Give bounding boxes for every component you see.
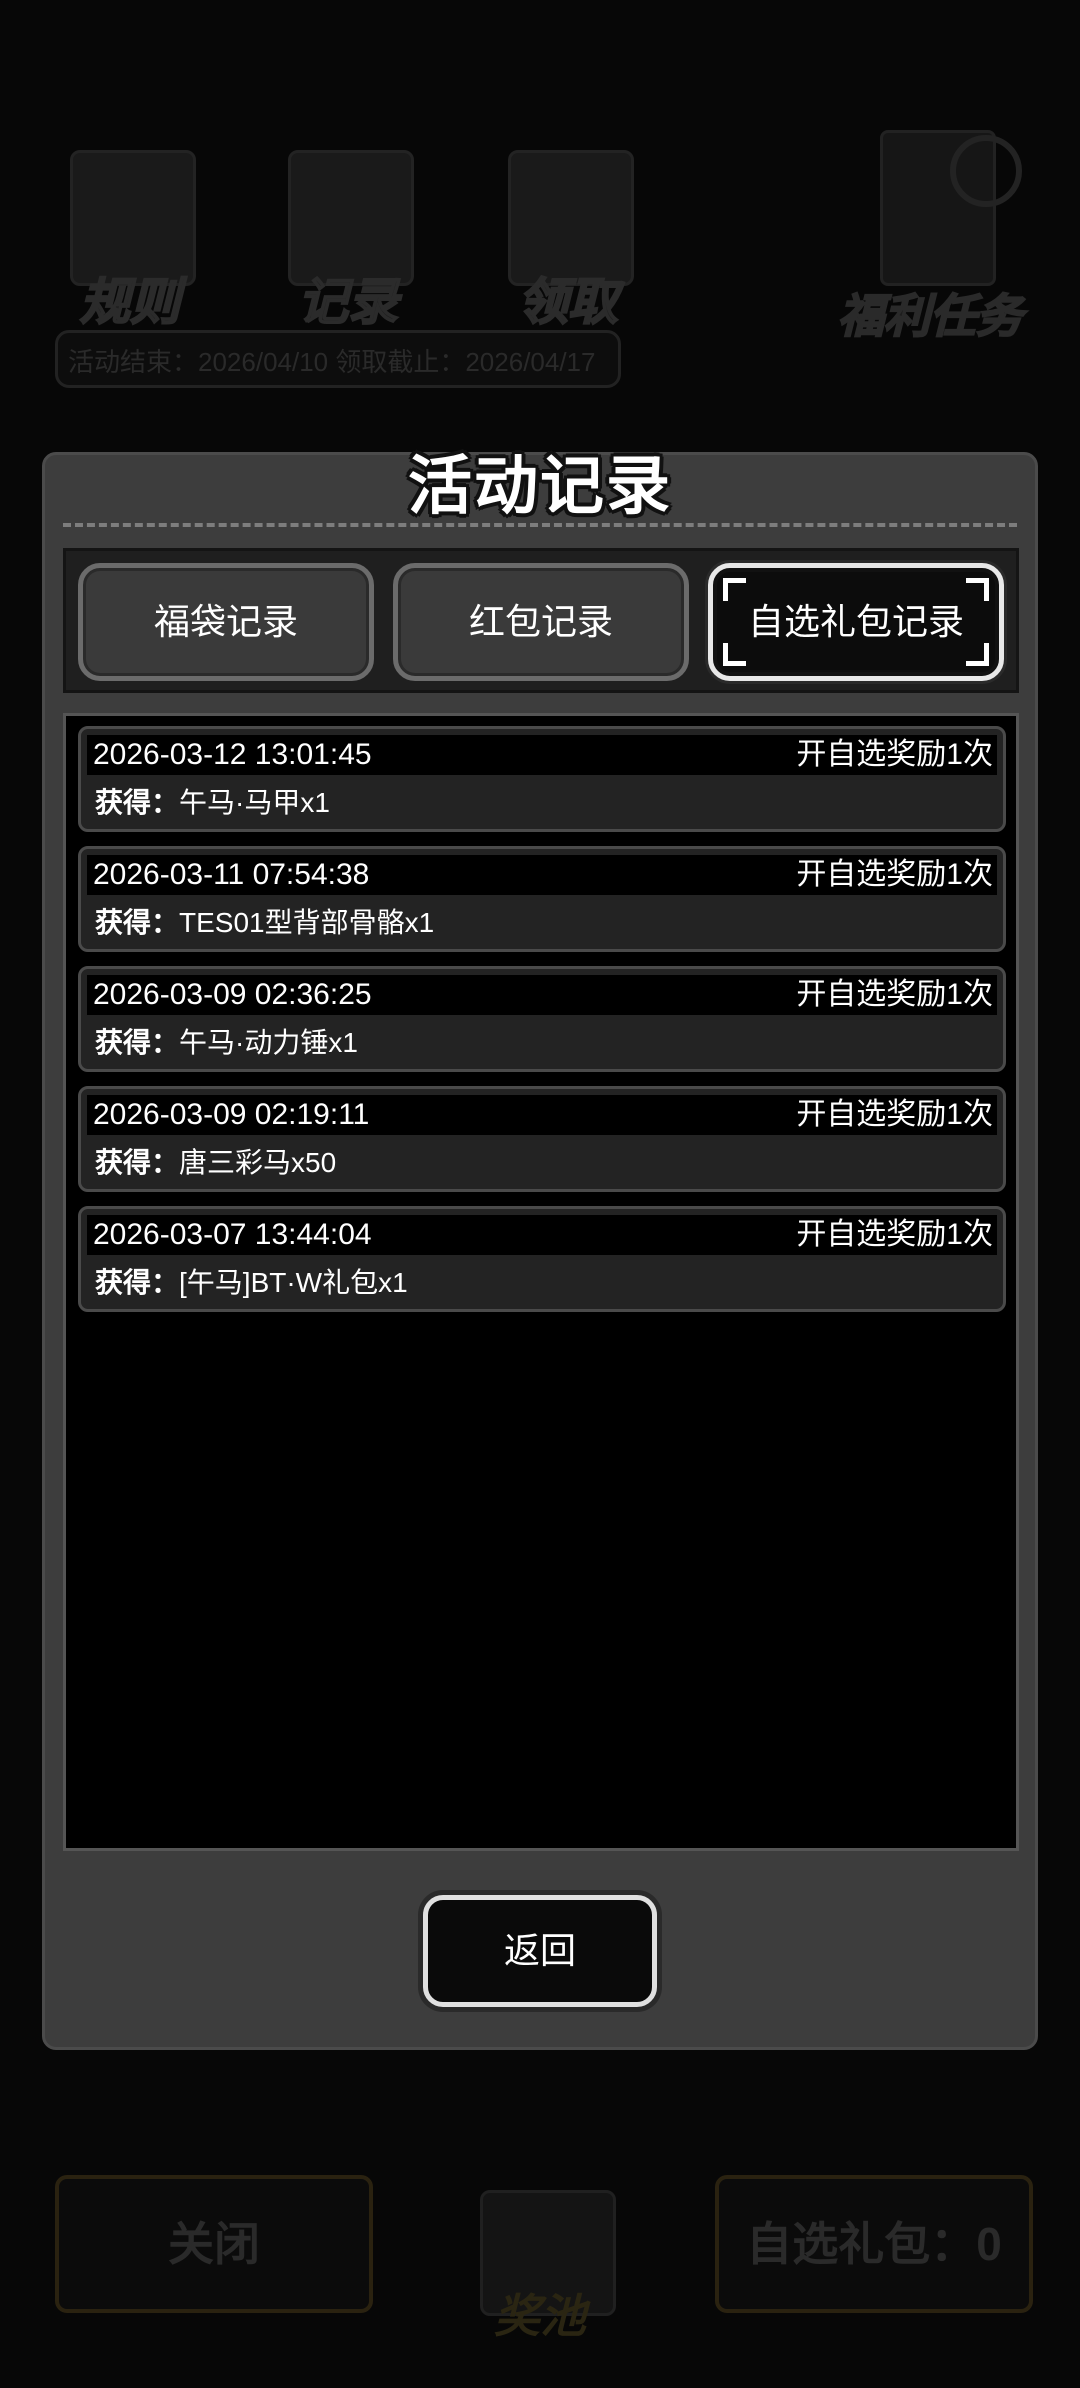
record-action: 开自选奖励1次: [796, 858, 993, 891]
record-reward: 获得：唐三彩马x50: [95, 1141, 336, 1185]
record-action: 开自选奖励1次: [796, 978, 993, 1011]
records-label: 记录: [297, 273, 399, 331]
reward-item: 唐三彩马x50: [179, 1147, 337, 1178]
reward-key: 获得：: [95, 787, 180, 818]
record-action: 开自选奖励1次: [796, 1098, 993, 1131]
close-button: 关闭: [55, 2175, 373, 2313]
dialog-title: 活动记录: [408, 450, 672, 522]
welfare-task-button: 福利任务: [830, 130, 1030, 350]
tab-optional-pack-label: 自选礼包记录: [747, 601, 964, 642]
reward-item: 午马·马甲x1: [179, 787, 330, 818]
record-header: 2026-03-09 02:36:25 开自选奖励1次: [87, 975, 997, 1015]
title-divider: [63, 523, 1017, 527]
reward-key: 获得：: [95, 907, 180, 938]
record-header: 2026-03-09 02:19:11 开自选奖励1次: [87, 1095, 997, 1135]
reward-key: 获得：: [95, 1147, 180, 1178]
record-reward: 获得：[午马]BT·W礼包x1: [95, 1261, 408, 1305]
tab-optional-pack-records[interactable]: 自选礼包记录: [708, 563, 1004, 681]
corner-bracket-icon: [723, 578, 746, 601]
corner-bracket-icon: [723, 643, 746, 666]
record-timestamp: 2026-03-09 02:19:11: [93, 1098, 370, 1131]
claim-label: 领取: [517, 273, 619, 331]
record-action: 开自选奖励1次: [796, 738, 993, 771]
record-reward: 获得：TES01型背部骨骼x1: [95, 901, 434, 945]
reward-item: 午马·动力锤x1: [179, 1027, 358, 1058]
prize-pool: 奖池: [440, 2150, 640, 2360]
list-item: 2026-03-12 13:01:45 开自选奖励1次 获得：午马·马甲x1: [78, 726, 1006, 832]
tab-lucky-bag-records[interactable]: 福袋记录: [78, 563, 374, 681]
reward-key: 获得：: [95, 1027, 180, 1058]
record-tabs: 福袋记录 红包记录 自选礼包记录: [63, 548, 1019, 693]
record-timestamp: 2026-03-11 07:54:38: [93, 858, 370, 891]
records-button: 记录: [268, 150, 428, 331]
record-reward: 获得：午马·动力锤x1: [95, 1021, 358, 1065]
activity-record-dialog: 活动记录 福袋记录 红包记录 自选礼包记录 2026-03-12 13:01:4…: [42, 450, 1038, 2050]
record-timestamp: 2026-03-07 13:44:04: [93, 1218, 372, 1251]
rules-label: 规则: [79, 273, 181, 331]
record-action: 开自选奖励1次: [796, 1218, 993, 1251]
record-header: 2026-03-07 13:44:04 开自选奖励1次: [87, 1215, 997, 1255]
back-button[interactable]: 返回: [423, 1895, 657, 2007]
list-item: 2026-03-07 13:44:04 开自选奖励1次 获得：[午马]BT·W礼…: [78, 1206, 1006, 1312]
welfare-task-label: 福利任务: [837, 289, 1023, 343]
list-item: 2026-03-11 07:54:38 开自选奖励1次 获得：TES01型背部骨…: [78, 846, 1006, 952]
tab-red-packet-records[interactable]: 红包记录: [393, 563, 689, 681]
record-header: 2026-03-11 07:54:38 开自选奖励1次: [87, 855, 997, 895]
event-dates: 活动结束：2026/04/10 领取截止：2026/04/17: [55, 330, 621, 388]
claim-button: 领取: [488, 150, 648, 331]
corner-bracket-icon: [966, 578, 989, 601]
background-footer: 关闭 奖池 自选礼包：0: [0, 2150, 1080, 2388]
optional-pack-counter: 自选礼包：0: [715, 2175, 1033, 2313]
rules-button: 规则: [50, 150, 210, 331]
reward-item: TES01型背部骨骼x1: [179, 907, 435, 938]
target-icon: [950, 135, 1022, 207]
list-item: 2026-03-09 02:19:11 开自选奖励1次 获得：唐三彩马x50: [78, 1086, 1006, 1192]
corner-bracket-icon: [966, 643, 989, 666]
record-header: 2026-03-12 13:01:45 开自选奖励1次: [87, 735, 997, 775]
record-reward: 获得：午马·马甲x1: [95, 781, 330, 825]
record-list[interactable]: 2026-03-12 13:01:45 开自选奖励1次 获得：午马·马甲x1 2…: [63, 713, 1019, 1851]
reward-item: [午马]BT·W礼包x1: [179, 1267, 408, 1298]
record-timestamp: 2026-03-09 02:36:25: [93, 978, 372, 1011]
list-item: 2026-03-09 02:36:25 开自选奖励1次 获得：午马·动力锤x1: [78, 966, 1006, 1072]
background-header: 规则 记录 领取 活动结束：2026/04/10 领取截止：2026/04/17…: [0, 0, 1080, 420]
record-timestamp: 2026-03-12 13:01:45: [93, 738, 372, 771]
reward-key: 获得：: [95, 1267, 180, 1298]
prize-pool-label: 奖池: [494, 2290, 586, 2342]
